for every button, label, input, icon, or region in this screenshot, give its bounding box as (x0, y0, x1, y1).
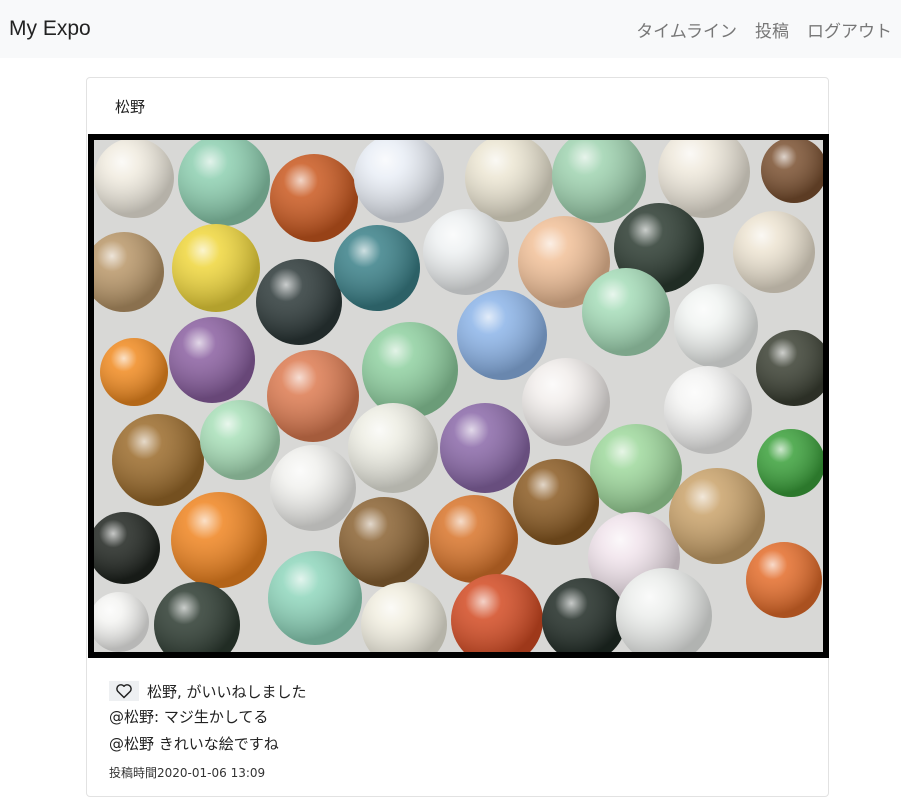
marble-shine (339, 497, 429, 587)
navbar: My Expo タイムライン 投稿 ログアウト (0, 0, 901, 58)
post-body: 松野, がいいねしました @松野: マジ生かしてる @松野 きれいな絵ですね 投… (87, 678, 828, 781)
posted-time: 投稿時間2020-01-06 13:09 (109, 764, 806, 781)
marble-shine (256, 259, 342, 345)
nav-logout-link[interactable]: ログアウト (798, 17, 892, 42)
marble-shine (440, 403, 530, 493)
marble-shine (94, 140, 174, 218)
marble-shine (169, 317, 255, 403)
post-image (88, 134, 829, 658)
marble-shine (270, 154, 358, 242)
marble-shine (200, 400, 280, 480)
marble-shine (457, 290, 547, 380)
marble-shine (522, 358, 610, 446)
posted-label: 投稿時間 (109, 766, 158, 780)
marble-shine (582, 268, 670, 356)
marble-shine (733, 211, 815, 293)
marble-shine (669, 468, 765, 564)
post-author: 松野 (115, 98, 146, 116)
marble-shine (348, 403, 438, 493)
comment-item: @松野 きれいな絵ですね (109, 735, 279, 753)
marble-shine (267, 350, 359, 442)
marble-shine (757, 429, 823, 497)
heart-icon (116, 684, 132, 699)
marble-shine (590, 424, 682, 516)
post-card: 松野 松野, がいいねしました @松野: マジ生かしてる @松野 きれいな絵です… (86, 77, 829, 797)
marble-shine (172, 224, 260, 312)
like-button[interactable] (109, 681, 139, 701)
comment-item: @松野: マジ生かしてる (109, 708, 269, 726)
marble-shine (664, 366, 752, 454)
marble-shine (270, 445, 356, 531)
marble-shine (362, 322, 458, 418)
marbles-photo (94, 140, 823, 652)
marble-shine (423, 209, 509, 295)
posted-timestamp: 2020-01-06 13:09 (157, 766, 266, 780)
nav-links: タイムライン 投稿 ログアウト (627, 17, 892, 42)
marble-shine (334, 225, 420, 311)
marble-shine (112, 414, 204, 506)
marble-shine (746, 542, 822, 618)
likes-row: 松野, がいいねしました (109, 678, 806, 704)
marble-shine (100, 338, 168, 406)
brand-logo[interactable]: My Expo (9, 17, 91, 41)
marble-shine (430, 495, 518, 583)
nav-post-link[interactable]: 投稿 (746, 17, 798, 42)
marble-shine (513, 459, 599, 545)
likes-text: 松野, がいいねしました (147, 682, 307, 701)
marble-shine (674, 284, 758, 368)
marble-shine (171, 492, 267, 588)
nav-timeline-link[interactable]: タイムライン (627, 17, 746, 42)
